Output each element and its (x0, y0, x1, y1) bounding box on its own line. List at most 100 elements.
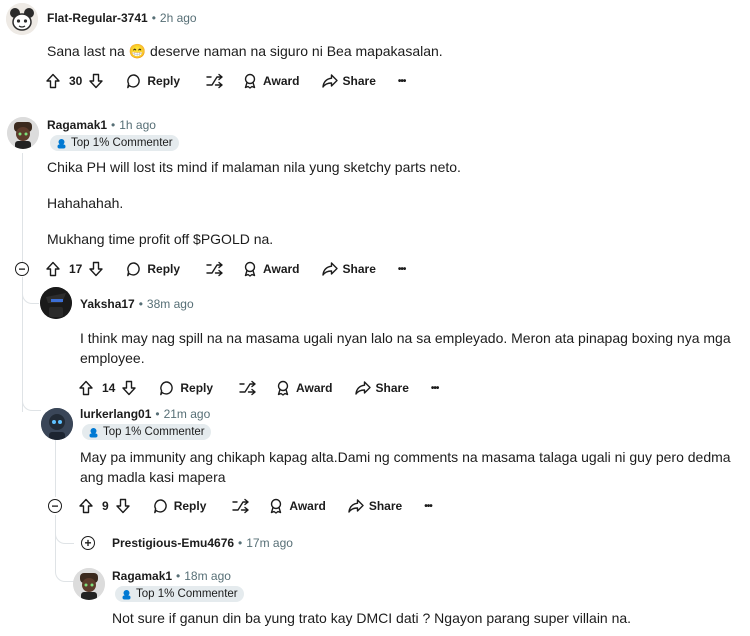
award-icon (277, 380, 289, 396)
username[interactable]: Ragamak1 (112, 569, 172, 583)
separator-dot: • (111, 118, 116, 132)
share-icon (321, 262, 338, 276)
timestamp[interactable]: 2h ago (160, 11, 197, 25)
crosspost-button[interactable] (206, 73, 224, 89)
timestamp[interactable]: 38m ago (147, 297, 194, 311)
username[interactable]: Yaksha17 (80, 297, 135, 311)
upvote-button[interactable] (78, 498, 94, 514)
comment-body-line: Hahahahah. (47, 195, 124, 211)
share-icon (321, 74, 338, 88)
crosspost-button[interactable] (232, 498, 250, 514)
badge-label: Top 1% Commenter (71, 137, 173, 149)
award-button[interactable]: Award (242, 261, 300, 277)
share-label: Share (375, 381, 409, 395)
reply-label: Reply (173, 499, 207, 513)
more-icon: ••• (430, 382, 439, 394)
share-label: Share (342, 262, 376, 276)
share-button[interactable]: Share (321, 261, 376, 277)
award-icon (244, 73, 256, 89)
timestamp[interactable]: 1h ago (119, 118, 156, 132)
more-options-button[interactable]: ••• (398, 76, 406, 87)
badge-label: Top 1% Commenter (136, 588, 238, 600)
reply-button[interactable]: Reply (159, 380, 213, 396)
crosspost-button[interactable] (206, 261, 224, 277)
upvote-icon (46, 73, 60, 89)
top-commenter-badge[interactable]: Top 1% Commenter (50, 135, 179, 151)
reply-icon (127, 74, 141, 89)
username[interactable]: Ragamak1 (47, 118, 107, 132)
comment-header: Yaksha17 • 38m ago (80, 297, 194, 311)
vote-count: 30 (69, 74, 83, 88)
avatar[interactable] (6, 3, 38, 35)
more-options-button[interactable]: ••• (424, 501, 432, 512)
downvote-button[interactable] (88, 73, 104, 89)
vote-count: 14 (102, 381, 116, 395)
comment-header: lurkerlang01 • 21m ago (80, 407, 210, 421)
more-options-button[interactable]: ••• (431, 383, 439, 394)
comment-body: May pa immunity ang chikaph kapag alta.D… (80, 449, 731, 485)
timestamp[interactable]: 21m ago (164, 407, 211, 421)
upvote-button[interactable] (45, 73, 61, 89)
downvote-icon (115, 498, 130, 514)
avatar[interactable] (41, 408, 73, 440)
username[interactable]: Flat-Regular-3741 (47, 11, 148, 25)
collapse-thread-button[interactable]: − (15, 262, 29, 276)
commenter-icon (57, 138, 66, 148)
thread-line (22, 153, 23, 263)
upvote-icon (79, 380, 93, 396)
username[interactable]: lurkerlang01 (80, 407, 151, 421)
reply-button[interactable]: Reply (126, 73, 180, 89)
thread-connector (22, 291, 39, 304)
award-label: Award (263, 262, 300, 276)
downvote-button[interactable] (121, 380, 137, 396)
award-button[interactable]: Award (268, 498, 326, 514)
share-button[interactable]: Share (321, 73, 376, 89)
avatar[interactable] (40, 287, 72, 319)
comment-body: I think may nag spill na na masama ugali… (80, 330, 731, 366)
crosspost-button[interactable] (239, 380, 257, 396)
comment-header: Prestigious-Emu4676 • 17m ago (112, 536, 293, 550)
timestamp[interactable]: 17m ago (246, 536, 293, 550)
more-options-button[interactable]: ••• (398, 264, 406, 275)
share-button[interactable]: Share (348, 498, 402, 514)
collapse-thread-button[interactable]: − (48, 499, 62, 513)
award-button[interactable]: Award (275, 380, 333, 396)
avatar[interactable] (7, 117, 39, 149)
reply-button[interactable]: Reply (153, 498, 207, 514)
avatar[interactable] (73, 568, 105, 600)
upvote-button[interactable] (45, 261, 61, 277)
award-label: Award (263, 74, 300, 88)
upvote-icon (46, 261, 60, 277)
comment-header: Ragamak1 • 1h ago (47, 118, 156, 132)
crosspost-icon (206, 261, 223, 277)
more-icon: ••• (424, 500, 432, 512)
top-commenter-badge[interactable]: Top 1% Commenter (82, 424, 211, 440)
timestamp[interactable]: 18m ago (184, 569, 231, 583)
comment-actions: 17 Reply Award Share ••• (45, 257, 406, 281)
award-icon (244, 261, 256, 277)
comment-actions: 9 Reply Award Share ••• (78, 494, 433, 518)
username[interactable]: Prestigious-Emu4676 (112, 536, 234, 550)
comment-body-line: Mukhang time profit off $PGOLD na. (47, 231, 274, 247)
reply-icon (160, 381, 174, 396)
top-commenter-badge[interactable]: Top 1% Commenter (115, 586, 244, 602)
reply-icon (153, 499, 167, 514)
downvote-icon (89, 73, 104, 89)
downvote-button[interactable] (115, 498, 131, 514)
commenter-icon (122, 589, 131, 599)
commenter-icon (89, 427, 98, 437)
downvote-button[interactable] (88, 261, 104, 277)
vote-count: 9 (102, 499, 109, 513)
upvote-button[interactable] (78, 380, 94, 396)
share-button[interactable]: Share (354, 380, 409, 396)
comment-actions: 14 Reply Award Share ••• (78, 376, 439, 400)
share-label: Share (368, 499, 403, 513)
share-icon (354, 381, 371, 395)
badge-label: Top 1% Commenter (103, 426, 205, 438)
separator-dot: • (151, 11, 156, 25)
crosspost-icon (239, 380, 256, 396)
award-button[interactable]: Award (242, 73, 300, 89)
reply-icon (127, 262, 141, 277)
reply-button[interactable]: Reply (126, 261, 180, 277)
expand-thread-button[interactable]: + (81, 536, 95, 550)
